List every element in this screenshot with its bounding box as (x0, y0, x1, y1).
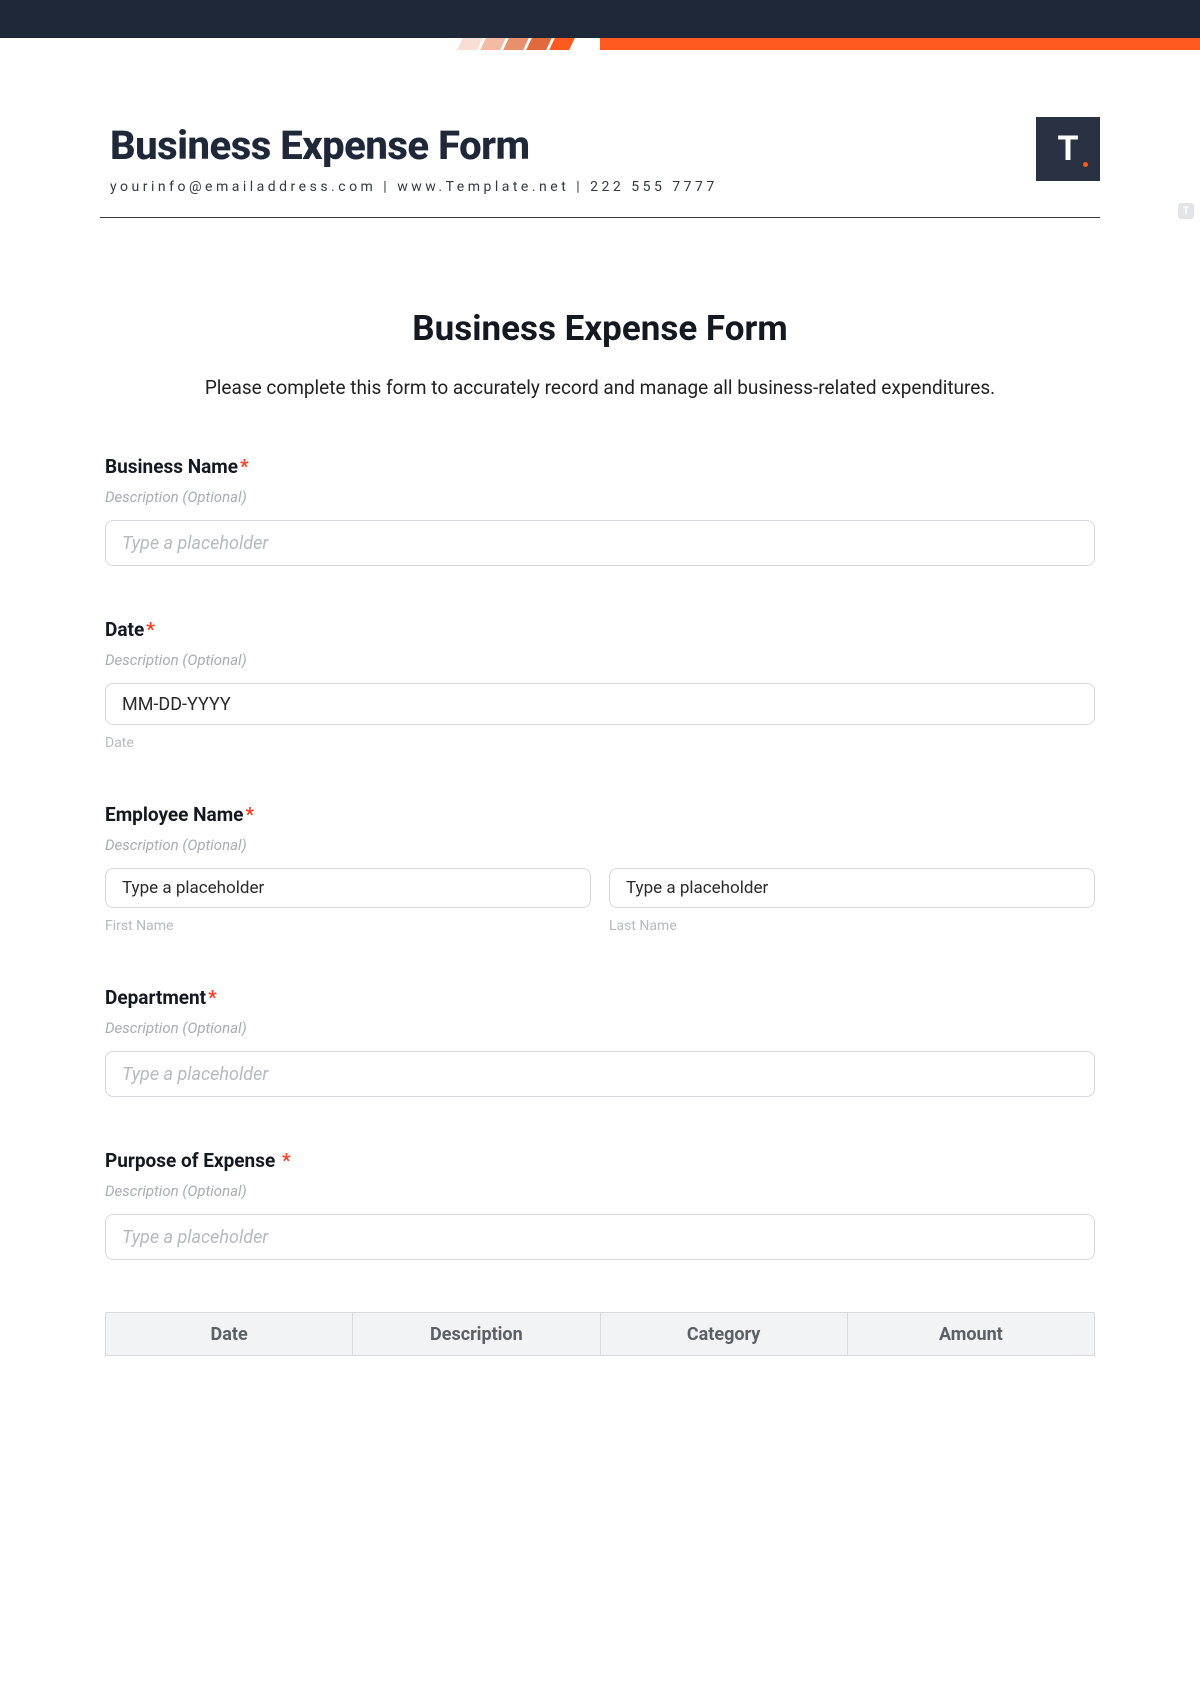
th-description: Description (353, 1313, 600, 1355)
input-purpose[interactable]: Type a placeholder (105, 1214, 1095, 1260)
brand-letter: T (1057, 129, 1078, 169)
page-header: Business Expense Form yourinfo@emailaddr… (0, 50, 1200, 195)
contact-line: yourinfo@emailaddress.com | www.Template… (110, 179, 1036, 195)
required-mark: * (208, 986, 217, 1009)
accent-bar (0, 38, 1200, 50)
subhint-first-name: First Name (105, 918, 591, 934)
subhint-last-name: Last Name (609, 918, 1095, 934)
desc-department: Description (Optional) (105, 1019, 1095, 1037)
desc-business-name: Description (Optional) (105, 488, 1095, 506)
th-amount: Amount (848, 1313, 1094, 1355)
subhint-date: Date (105, 735, 1095, 751)
field-department: Department* Description (Optional) Type … (105, 986, 1095, 1097)
required-mark: * (245, 803, 254, 826)
field-business-name: Business Name* Description (Optional) Ty… (105, 455, 1095, 566)
input-first-name[interactable]: Type a placeholder (105, 868, 591, 908)
label-date: Date* (105, 618, 1095, 641)
required-mark: * (146, 618, 155, 641)
desc-purpose: Description (Optional) (105, 1182, 1095, 1200)
th-category: Category (601, 1313, 848, 1355)
input-date[interactable]: MM-DD-YYYY (105, 683, 1095, 725)
field-date: Date* Description (Optional) MM-DD-YYYY … (105, 618, 1095, 751)
input-business-name[interactable]: Type a placeholder (105, 520, 1095, 566)
form-intro: Please complete this form to accurately … (105, 373, 1095, 403)
label-department: Department* (105, 986, 1095, 1009)
field-purpose: Purpose of Expense * Description (Option… (105, 1149, 1095, 1260)
field-employee-name: Employee Name* Description (Optional) Ty… (105, 803, 1095, 934)
form-content: Business Expense Form Please complete th… (0, 218, 1200, 1356)
page-title: Business Expense Form (110, 122, 1036, 169)
input-department[interactable]: Type a placeholder (105, 1051, 1095, 1097)
desc-employee-name: Description (Optional) (105, 836, 1095, 854)
label-business-name: Business Name* (105, 455, 1095, 478)
form-title: Business Expense Form (105, 308, 1095, 349)
label-employee-name: Employee Name* (105, 803, 1095, 826)
brand-logo: T (1036, 117, 1100, 181)
th-date: Date (106, 1313, 353, 1355)
required-mark: * (240, 455, 249, 478)
expense-table-header: Date Description Category Amount (105, 1312, 1095, 1356)
required-mark: * (282, 1149, 291, 1172)
brand-dot-icon (1083, 162, 1088, 167)
input-last-name[interactable]: Type a placeholder (609, 868, 1095, 908)
desc-date: Description (Optional) (105, 651, 1095, 669)
label-purpose: Purpose of Expense * (105, 1149, 1095, 1172)
side-badge-icon: T (1178, 203, 1194, 219)
top-bar (0, 0, 1200, 38)
